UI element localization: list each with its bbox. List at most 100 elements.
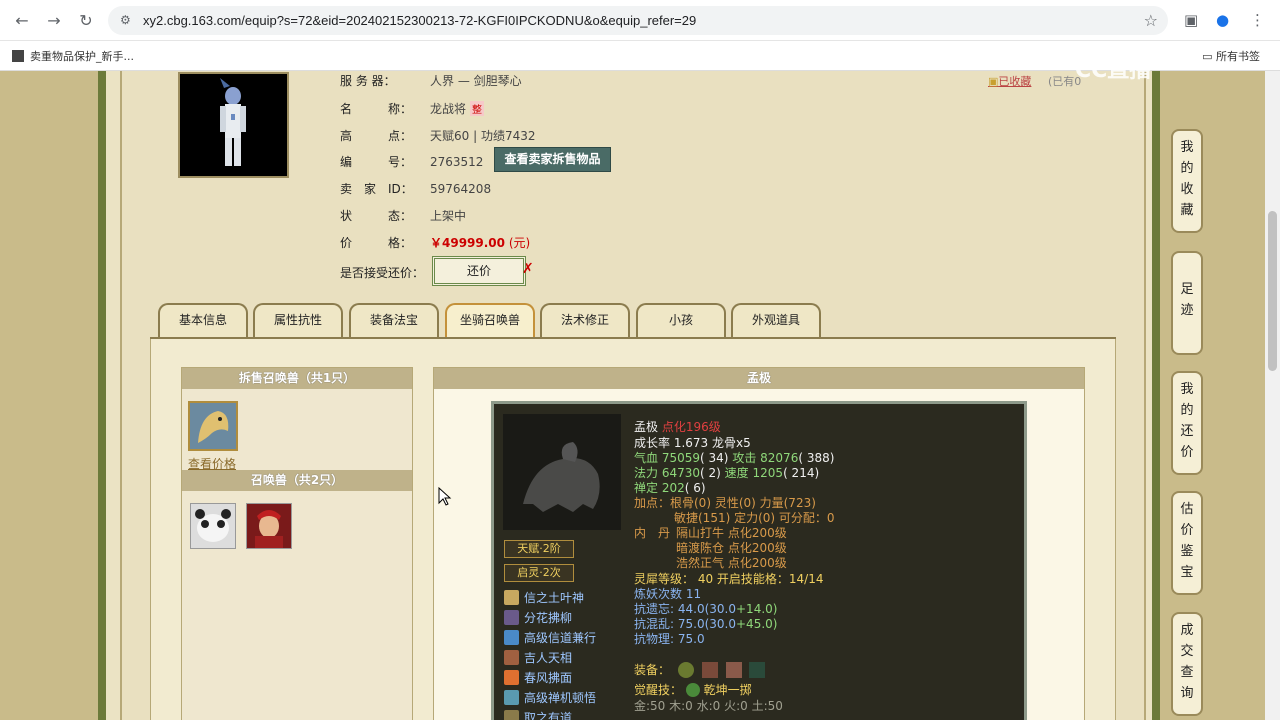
right-border: [1152, 71, 1160, 720]
view-seller-items-button[interactable]: 查看卖家拆售物品: [494, 147, 611, 172]
points-label: 高 点：: [340, 129, 413, 143]
skill-item[interactable]: 高级信道兼行: [504, 629, 596, 646]
tab-basic-info[interactable]: 基本信息: [158, 303, 248, 337]
equip-slot-icon[interactable]: [749, 662, 766, 678]
favorited-link[interactable]: ▣已收藏: [988, 73, 1031, 89]
neidan-label: 内 丹: [634, 526, 671, 540]
pet-name: 孟极: [634, 420, 659, 434]
skill-label: 信之土叶神: [524, 591, 585, 605]
bookmark-star-icon[interactable]: ☆: [1144, 11, 1158, 30]
skill-label: 分花拂柳: [524, 611, 573, 625]
favorited-label: 已收藏: [998, 75, 1032, 88]
resist-forget-value: 44.0(30.0: [677, 602, 736, 616]
price-unit: (元): [508, 236, 531, 250]
spd-extra: ( 214): [783, 466, 820, 480]
pets-header: 召唤兽（共2只）: [182, 470, 412, 491]
close-icon: ✗: [522, 261, 534, 277]
skill-icon: [504, 650, 519, 665]
sidebar-appraisal[interactable]: 估价鉴宝: [1171, 491, 1203, 595]
back-icon[interactable]: ←: [12, 11, 32, 31]
content-inner: 服 务 器： 人界 — 剑胆琴心 名 称： 龙战将整 高 点： 天赋60 | 功绩74…: [120, 71, 1146, 720]
status-label: 状 态：: [340, 209, 413, 223]
address-bar[interactable]: ⚙ xy2.cbg.163.com/equip?s=72&eid=2024021…: [108, 6, 1168, 35]
tab-attributes[interactable]: 属性抗性: [253, 303, 343, 337]
tab-appearance[interactable]: 外观道具: [731, 303, 821, 337]
mp-value: 64730: [661, 466, 701, 480]
mp-extra: ( 2): [700, 466, 721, 480]
sidebar-label: 我的还价: [1180, 382, 1194, 460]
pet-name-line: 孟极 点化196级: [634, 418, 721, 435]
price-row: 价 格： ￥49999.00 (元): [340, 234, 530, 251]
mouse-cursor: [438, 487, 452, 506]
atk-extra: ( 388): [798, 451, 835, 465]
skill-item[interactable]: 吉人天相: [504, 649, 572, 666]
id-label: 编 号：: [340, 155, 413, 169]
menu-icon[interactable]: ⋮: [1250, 11, 1265, 29]
sold-pet-thumbnail[interactable]: [188, 401, 238, 451]
all-bookmarks-label: 所有书签: [1216, 50, 1260, 63]
tab-spell-mods[interactable]: 法术修正: [540, 303, 630, 337]
profile-icon[interactable]: ●: [1216, 11, 1229, 29]
bookmark-label: 卖重物品保护_新手...: [30, 50, 134, 63]
skill-item[interactable]: 取之有道: [504, 709, 572, 720]
hp-extra: ( 34): [700, 451, 729, 465]
server-value: 人界 — 剑胆琴心: [430, 74, 522, 88]
status-value: 上架中: [430, 209, 467, 223]
elements-line: 金:50 木:0 水:0 火:0 土:50: [634, 699, 783, 713]
sidebar-my-counter-offers[interactable]: 我的还价: [1171, 371, 1203, 475]
scroll-thumb[interactable]: [1268, 211, 1277, 371]
equip-slot-icon[interactable]: [701, 662, 718, 678]
skill-item[interactable]: 高级禅机顿悟: [504, 689, 596, 706]
sidebar-footprints[interactable]: 足迹: [1171, 251, 1203, 355]
pet-refine-level: 点化196级: [661, 420, 721, 434]
name-label: 名 称：: [340, 102, 413, 116]
status-row: 状 态： 上架中: [340, 207, 466, 224]
pet-list: 拆售召唤兽（共1只） 查看价格 召唤兽（共2只）: [181, 367, 413, 720]
forward-icon[interactable]: →: [44, 11, 64, 31]
all-bookmarks[interactable]: ▭ 所有书签: [1202, 48, 1260, 64]
reload-icon[interactable]: ↻: [76, 11, 96, 31]
sidebar-my-favorites[interactable]: 我的收藏: [1171, 129, 1203, 233]
skill-icon: [504, 670, 519, 685]
counter-offer-button[interactable]: 还价: [432, 256, 526, 286]
skill-item[interactable]: 春风拂面: [504, 669, 572, 686]
spd-label: 速度: [724, 466, 749, 480]
sidebar-deal-query[interactable]: 成交查询: [1171, 612, 1203, 716]
equip-slot-icon[interactable]: [677, 662, 694, 678]
zen-extra: ( 6): [684, 481, 706, 495]
neidan-3: 浩然正气 点化200级: [676, 556, 787, 570]
sold-pets-header: 拆售召唤兽（共1只）: [182, 368, 412, 389]
hp-label: 气血: [634, 451, 659, 465]
server-label: 服 务 器：: [340, 74, 396, 88]
page: 服 务 器： 人界 — 剑胆琴心 名 称： 龙战将整 高 点： 天赋60 | 功绩74…: [0, 71, 1280, 720]
tab-mounts-pets[interactable]: 坐骑召唤兽: [445, 303, 535, 337]
character-image: [178, 72, 289, 178]
pet-thumbnail[interactable]: [246, 503, 292, 549]
resist-chaos-label: 抗混乱:: [634, 617, 675, 631]
equip-slot-icon[interactable]: [725, 662, 742, 678]
name-value: 龙战将: [430, 102, 467, 116]
tab-equipment[interactable]: 装备法宝: [349, 303, 439, 337]
points-row: 高 点： 天赋60 | 功绩7432: [340, 127, 535, 144]
name-badge: 整: [470, 101, 485, 116]
bookmark-item[interactable]: 卖重物品保护_新手...: [12, 48, 134, 64]
atk-value: 82076: [760, 451, 799, 465]
sidebar-toggle-icon[interactable]: ▣: [1184, 11, 1198, 29]
skill-label: 取之有道: [524, 711, 573, 720]
bookmark-favicon-icon: [12, 50, 24, 62]
skill-item[interactable]: 信之土叶神: [504, 589, 584, 606]
skill-label: 高级信道兼行: [524, 631, 597, 645]
resist-physical: 抗物理: 75.0: [634, 632, 705, 646]
seller-value: 59764208: [430, 182, 492, 196]
sidebar-label: 估价鉴宝: [1180, 502, 1194, 580]
zen-value: 202: [661, 481, 685, 495]
skill-icon: [504, 690, 519, 705]
page-scrollbar[interactable]: [1265, 71, 1280, 720]
pet-thumbnail[interactable]: [190, 503, 236, 549]
site-settings-icon[interactable]: ⚙: [120, 13, 131, 27]
content-area: 服 务 器： 人界 — 剑胆琴心 名 称： 龙战将整 高 点： 天赋60 | 功绩74…: [106, 71, 1152, 720]
talent-badge: 天赋·2阶: [504, 540, 574, 558]
skill-item[interactable]: 分花拂柳: [504, 609, 572, 626]
tab-children[interactable]: 小孩: [636, 303, 726, 337]
url-text[interactable]: xy2.cbg.163.com/equip?s=72&eid=202402152…: [143, 13, 696, 28]
